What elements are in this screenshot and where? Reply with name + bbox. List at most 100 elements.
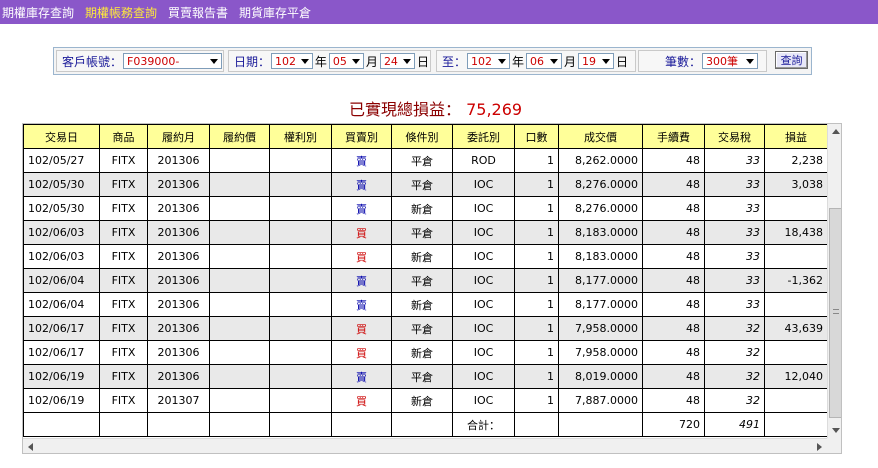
table-row: 102/06/17 FITX 201306 買新倉 IOC 1 7,958.0000 48 32 [23,340,828,365]
chevron-down-icon [402,59,411,64]
cell-date: 102/06/04 [23,292,100,317]
nav-item-3[interactable]: 買賣報告書 [168,4,228,21]
to-month-select[interactable]: 06 [526,53,563,69]
cell-pnl [764,196,828,221]
to-year-value: 102 [471,54,493,68]
vertical-scroll-thumb[interactable] [829,208,841,418]
cell-cond: 平倉 [391,364,453,389]
cell-price: 8,276.0000 [558,172,643,197]
total-cell [514,412,559,437]
cell-tax: 33 [704,220,765,245]
cell-price: 8,276.0000 [558,196,643,221]
to-year-select[interactable]: 102 [467,53,511,69]
table-row: 102/06/19 FITX 201307 買新倉 IOC 1 7,887.0000 48 32 [23,388,828,413]
cell-right [269,316,332,341]
realized-total-label: 已實現總損益： [349,100,462,119]
scroll-down-button[interactable] [828,422,841,438]
table-row: 102/06/03 FITX 201306 買平倉 IOC 1 8,183.0000 48 33… [23,220,828,245]
account-select[interactable]: F039000- [123,53,222,69]
cell-tax: 33 [704,172,765,197]
top-navigation: 期權庫存查詢 期權帳務查詢 買賣報告書 期貨庫存平倉 [0,0,878,24]
cell-side: 買 [331,220,392,245]
cell-month: 201306 [147,148,210,173]
total-fee: 720 [642,412,705,437]
cell-cond: 新倉 [391,388,453,413]
column-header: 權利別 [269,124,332,149]
from-year-select[interactable]: 102 [271,53,313,69]
cell-strike [209,220,270,245]
chevron-down-icon [498,59,507,64]
total-cell [23,412,100,437]
cell-cond: 平倉 [391,316,453,341]
column-header: 委託別 [452,124,515,149]
nav-item-1[interactable]: 期權庫存查詢 [2,4,74,21]
from-month-value: 05 [332,54,347,68]
cell-fee: 48 [642,388,705,413]
table-row: 102/06/17 FITX 201306 買平倉 IOC 1 7,958.0000 48 32… [23,316,828,341]
cell-strike [209,268,270,293]
vertical-scrollbar[interactable] [827,124,841,438]
horizontal-scrollbar[interactable] [23,438,827,453]
cell-cond: 新倉 [391,244,453,269]
cell-right [269,244,332,269]
cell-qty: 1 [514,388,559,413]
cell-price: 8,262.0000 [558,148,643,173]
cell-date: 102/06/17 [23,316,100,341]
cell-cond: 平倉 [391,220,453,245]
total-cell [391,412,453,437]
count-select[interactable]: 300筆 [702,53,759,69]
cell-tax: 32 [704,364,765,389]
scroll-up-button[interactable] [828,124,841,140]
cell-product: FITX [99,268,148,293]
from-month-select[interactable]: 05 [328,53,364,69]
cell-order: IOC [452,172,515,197]
cell-month: 201306 [147,364,210,389]
cell-fee: 48 [642,244,705,269]
cell-qty: 1 [514,220,559,245]
cell-pnl [764,292,828,317]
cell-side: 賣 [331,364,392,389]
arrow-left-icon[interactable] [28,443,33,451]
cell-order: IOC [452,364,515,389]
arrow-right-icon[interactable] [817,443,822,451]
account-label: 客戶帳號： [62,54,123,69]
from-day-select[interactable]: 24 [379,53,415,69]
month-unit: 月 [365,54,378,69]
cell-right [269,364,332,389]
cell-date: 102/06/03 [23,244,100,269]
cell-product: FITX [99,340,148,365]
day-unit: 日 [616,54,629,69]
cell-date: 102/06/03 [23,220,100,245]
chevron-down-icon [746,59,755,64]
cell-strike [209,292,270,317]
cell-order: ROD [452,148,515,173]
table-body: 102/05/27 FITX 201306 賣平倉 ROD 1 8,262.0000 48 33… [23,148,828,437]
cell-date: 102/06/17 [23,340,100,365]
cell-side: 買 [331,316,392,341]
cell-strike [209,148,270,173]
cell-price: 8,183.0000 [558,220,643,245]
cell-pnl: 2,238 [764,148,828,173]
account-value: F039000- [127,54,180,68]
cell-product: FITX [99,316,148,341]
cell-side: 賣 [331,172,392,197]
cell-product: FITX [99,172,148,197]
to-day-select[interactable]: 19 [578,53,615,69]
column-header: 手續費 [642,124,705,149]
month-unit: 月 [564,54,577,69]
nav-item-4[interactable]: 期貨庫存平倉 [239,4,311,21]
chevron-down-icon [602,59,611,64]
query-button[interactable]: 查詢 [775,51,808,69]
cell-tax: 32 [704,388,765,413]
cell-right [269,172,332,197]
cell-cond: 平倉 [391,148,453,173]
cell-right [269,268,332,293]
cell-fee: 48 [642,316,705,341]
nav-item-2[interactable]: 期權帳務查詢 [85,4,157,21]
column-header: 履約價 [209,124,270,149]
cell-price: 8,177.0000 [558,292,643,317]
cell-tax: 32 [704,340,765,365]
cell-fee: 48 [642,268,705,293]
cell-fee: 48 [642,340,705,365]
cell-order: IOC [452,244,515,269]
